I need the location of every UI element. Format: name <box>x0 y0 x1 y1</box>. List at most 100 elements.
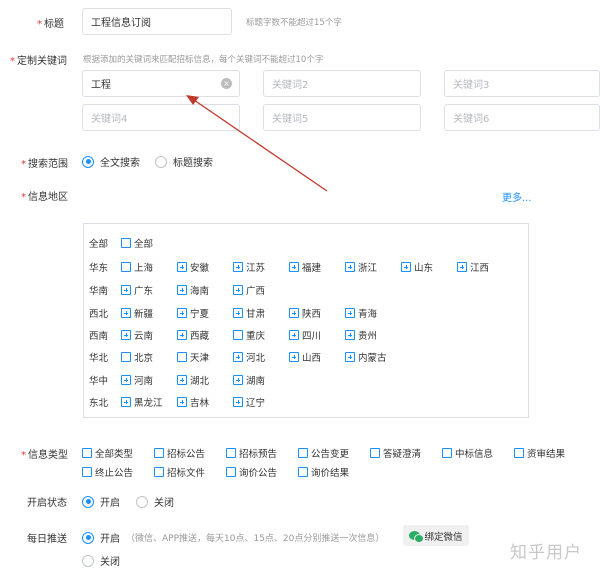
region-option[interactable]: 新疆 <box>121 306 153 320</box>
info-type-option[interactable]: 招标预告 <box>226 446 277 460</box>
region-option[interactable]: 云南 <box>121 328 153 342</box>
region-option[interactable]: 安徽 <box>177 260 209 274</box>
checkbox-icon[interactable] <box>442 448 452 458</box>
expand-plus-icon[interactable] <box>345 262 355 272</box>
checkbox-icon[interactable] <box>233 330 243 340</box>
region-option[interactable]: 北京 <box>121 350 153 364</box>
region-option[interactable]: 西藏 <box>177 328 209 342</box>
info-type-option[interactable]: 中标信息 <box>442 446 493 460</box>
region-option[interactable]: 青海 <box>345 306 377 320</box>
region-option[interactable]: 河南 <box>121 373 153 387</box>
region-option[interactable]: 全部 <box>121 236 153 250</box>
expand-plus-icon[interactable] <box>345 330 355 340</box>
region-more-link[interactable]: 更多... <box>502 189 532 204</box>
expand-plus-icon[interactable] <box>233 397 243 407</box>
region-option[interactable]: 贵州 <box>345 328 377 342</box>
region-option[interactable]: 河北 <box>233 350 265 364</box>
expand-plus-icon[interactable] <box>177 397 187 407</box>
radio-unchecked-icon[interactable] <box>136 495 148 508</box>
checkbox-icon[interactable] <box>154 467 164 477</box>
status-off-option[interactable]: 关闭 <box>136 494 174 509</box>
expand-plus-icon[interactable] <box>177 330 187 340</box>
expand-plus-icon[interactable] <box>289 330 299 340</box>
checkbox-icon[interactable] <box>121 238 131 248</box>
checkbox-icon[interactable] <box>298 448 308 458</box>
checkbox-icon[interactable] <box>121 352 131 362</box>
scope-fulltext-option[interactable]: 全文搜索 <box>82 154 140 169</box>
scope-title-option[interactable]: 标题搜索 <box>155 154 213 169</box>
expand-plus-icon[interactable] <box>121 308 131 318</box>
expand-plus-icon[interactable] <box>177 262 187 272</box>
region-option[interactable]: 山西 <box>289 350 321 364</box>
region-option[interactable]: 广西 <box>233 283 265 297</box>
radio-checked-icon[interactable] <box>82 155 94 168</box>
region-option[interactable]: 辽宁 <box>233 395 265 409</box>
checkbox-icon[interactable] <box>177 352 187 362</box>
bind-wechat-button[interactable]: 绑定微信 <box>403 525 469 546</box>
region-option[interactable]: 上海 <box>121 260 153 274</box>
region-option[interactable]: 吉林 <box>177 395 209 409</box>
expand-plus-icon[interactable] <box>289 308 299 318</box>
region-option[interactable]: 湖北 <box>177 373 209 387</box>
expand-plus-icon[interactable] <box>177 285 187 295</box>
info-type-option[interactable]: 询价结果 <box>298 465 349 479</box>
expand-plus-icon[interactable] <box>401 262 411 272</box>
checkbox-icon[interactable] <box>226 448 236 458</box>
expand-plus-icon[interactable] <box>233 308 243 318</box>
info-type-option[interactable]: 招标文件 <box>154 465 205 479</box>
checkbox-icon[interactable] <box>121 262 131 272</box>
expand-plus-icon[interactable] <box>233 375 243 385</box>
region-option[interactable]: 甘肃 <box>233 306 265 320</box>
radio-checked-icon[interactable] <box>82 531 94 544</box>
expand-plus-icon[interactable] <box>345 308 355 318</box>
checkbox-icon[interactable] <box>154 448 164 458</box>
expand-plus-icon[interactable] <box>121 285 131 295</box>
radio-unchecked-icon[interactable] <box>82 554 94 567</box>
region-option[interactable]: 重庆 <box>233 328 265 342</box>
region-option[interactable]: 湖南 <box>233 373 265 387</box>
checkbox-icon[interactable] <box>82 448 92 458</box>
expand-plus-icon[interactable] <box>233 352 243 362</box>
region-option[interactable]: 黑龙江 <box>121 395 163 409</box>
checkbox-icon[interactable] <box>226 467 236 477</box>
region-option[interactable]: 四川 <box>289 328 321 342</box>
radio-checked-icon[interactable] <box>82 495 94 508</box>
region-option[interactable]: 宁夏 <box>177 306 209 320</box>
expand-plus-icon[interactable] <box>121 330 131 340</box>
expand-plus-icon[interactable] <box>121 375 131 385</box>
info-type-option[interactable]: 询价公告 <box>226 465 277 479</box>
info-type-option[interactable]: 公告变更 <box>298 446 349 460</box>
region-option[interactable]: 江苏 <box>233 260 265 274</box>
daily-push-on-option[interactable]: 开启 （微信、APP推送，每天10点、15点、20点分别推送一次信息） <box>82 530 384 545</box>
region-option[interactable]: 海南 <box>177 283 209 297</box>
region-option[interactable]: 广东 <box>121 283 153 297</box>
radio-unchecked-icon[interactable] <box>155 155 167 168</box>
expand-plus-icon[interactable] <box>121 397 131 407</box>
expand-plus-icon[interactable] <box>289 352 299 362</box>
region-option[interactable]: 浙江 <box>345 260 377 274</box>
info-type-option[interactable]: 终止公告 <box>82 465 133 479</box>
region-option[interactable]: 陕西 <box>289 306 321 320</box>
info-type-option[interactable]: 招标公告 <box>154 446 205 460</box>
checkbox-icon[interactable] <box>298 467 308 477</box>
status-on-option[interactable]: 开启 <box>82 494 120 509</box>
expand-plus-icon[interactable] <box>233 285 243 295</box>
expand-plus-icon[interactable] <box>345 352 355 362</box>
info-type-option[interactable]: 答疑澄清 <box>370 446 421 460</box>
expand-plus-icon[interactable] <box>177 308 187 318</box>
checkbox-icon[interactable] <box>370 448 380 458</box>
info-type-option[interactable]: 全部类型 <box>82 446 133 460</box>
info-type-option[interactable]: 资审结果 <box>514 446 565 460</box>
region-option[interactable]: 内蒙古 <box>345 350 387 364</box>
daily-push-off-option[interactable]: 关闭 <box>82 553 120 568</box>
expand-plus-icon[interactable] <box>233 262 243 272</box>
region-option[interactable]: 山东 <box>401 260 433 274</box>
expand-plus-icon[interactable] <box>289 262 299 272</box>
region-option[interactable]: 江西 <box>457 260 489 274</box>
expand-plus-icon[interactable] <box>457 262 467 272</box>
region-option[interactable]: 福建 <box>289 260 321 274</box>
expand-plus-icon[interactable] <box>177 375 187 385</box>
region-option[interactable]: 天津 <box>177 350 209 364</box>
checkbox-icon[interactable] <box>82 467 92 477</box>
checkbox-icon[interactable] <box>514 448 524 458</box>
